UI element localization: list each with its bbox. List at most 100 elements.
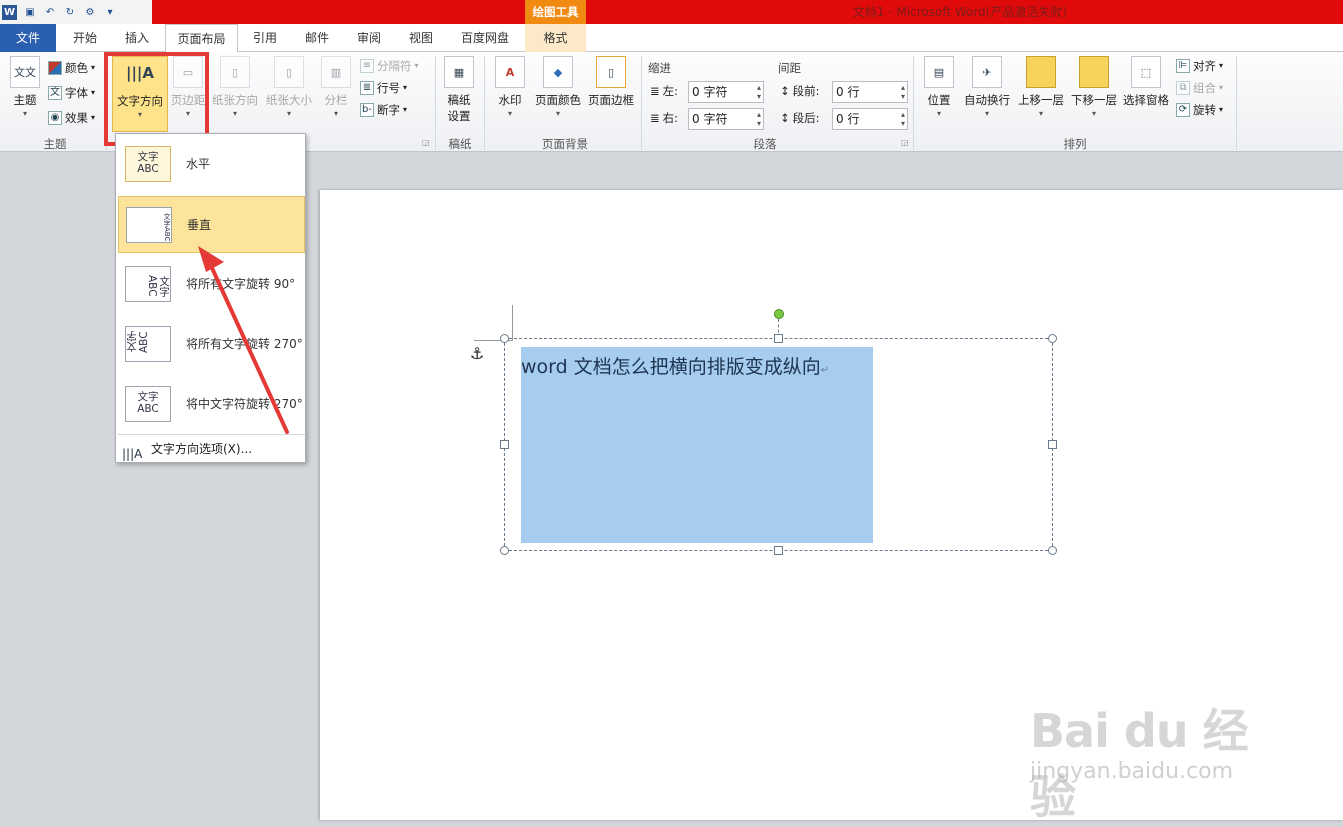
spacing-before-icon: ↕ bbox=[780, 84, 790, 98]
group-label-manuscript: 稿纸 bbox=[448, 137, 472, 151]
paragraph-mark-icon: ↵ bbox=[820, 365, 830, 376]
rotate-icon: ⟳ bbox=[1176, 103, 1190, 117]
rotate-270-preview-icon: 文字 ABC bbox=[125, 326, 171, 362]
size-button[interactable]: ▯ 纸张大小 ▾ bbox=[264, 56, 314, 118]
spinner-arrows-icon[interactable]: ▴ ▾ bbox=[901, 83, 905, 101]
indent-left-label: ≣ 左: bbox=[650, 81, 678, 101]
menu-item-rotate-270[interactable]: 文字 ABC 将所有文字旋转 270° bbox=[118, 316, 305, 373]
chevron-down-icon: ▾ bbox=[984, 109, 989, 118]
menu-item-vertical[interactable]: 文字ABC 垂直 bbox=[118, 196, 305, 253]
effects-icon: ◉ bbox=[48, 111, 62, 125]
resize-handle-left[interactable] bbox=[500, 440, 509, 449]
redo-icon[interactable]: ↻ bbox=[63, 5, 77, 19]
chevron-down-icon: ▾ bbox=[333, 109, 338, 118]
chevron-down-icon: ▾ bbox=[22, 109, 27, 118]
undo-icon[interactable]: ↶ bbox=[43, 5, 57, 19]
theme-effects-button[interactable]: ◉ 效果 ▾ bbox=[48, 108, 95, 128]
spinner-arrows-icon[interactable]: ▴ ▾ bbox=[757, 110, 761, 128]
hyphenation-button[interactable]: b- 断字 ▾ bbox=[360, 100, 407, 120]
chevron-down-icon: ▾ bbox=[232, 109, 237, 118]
customize-icon[interactable]: ▾ bbox=[103, 5, 117, 19]
resize-handle-bottom-right[interactable] bbox=[1048, 546, 1057, 555]
chevron-down-icon: ▾ bbox=[936, 109, 941, 118]
wrap-text-button[interactable]: ✈ 自动换行 ▾ bbox=[962, 56, 1012, 118]
line-numbers-button[interactable]: ≣ 行号 ▾ bbox=[360, 78, 407, 98]
spacing-after-input[interactable]: 0 行 ▴ ▾ bbox=[832, 108, 908, 130]
annotation-highlight-box bbox=[104, 52, 209, 146]
indent-left-input[interactable]: 0 字符 ▴ ▾ bbox=[688, 81, 764, 103]
bring-forward-button[interactable]: 上移一层 ▾ bbox=[1016, 56, 1066, 118]
menu-item-rotate-90[interactable]: 文字 ABC 将所有文字旋转 90° bbox=[118, 256, 305, 313]
dialog-launcher-icon[interactable]: ◲ bbox=[422, 138, 430, 147]
rotate-90-preview-icon: 文字 ABC bbox=[125, 266, 171, 302]
resize-handle-top-right[interactable] bbox=[1048, 334, 1057, 343]
group-separator bbox=[435, 56, 436, 150]
group-icon: ⧉ bbox=[1176, 81, 1190, 95]
page-color-button[interactable]: ◆ 页面颜色 ▾ bbox=[532, 56, 584, 118]
dialog-launcher-icon[interactable]: ◲ bbox=[901, 138, 909, 147]
tab-review[interactable]: 审阅 bbox=[346, 24, 392, 52]
tab-baidu-netdisk[interactable]: 百度网盘 bbox=[450, 24, 520, 52]
indent-right-label: ≣ 右: bbox=[650, 108, 678, 128]
columns-button[interactable]: ▥ 分栏 ▾ bbox=[320, 56, 352, 118]
themes-button[interactable]: 文文 主题 ▾ bbox=[6, 56, 44, 118]
window-title: 文档1 - Microsoft Word(产品激活失败) bbox=[852, 5, 1068, 19]
group-separator bbox=[1236, 56, 1237, 150]
resize-handle-right[interactable] bbox=[1048, 440, 1057, 449]
text-direction-options-icon: |||A bbox=[122, 447, 143, 461]
watermark-icon: A bbox=[495, 56, 525, 88]
chevron-down-icon: ▾ bbox=[507, 109, 512, 118]
resize-handle-top[interactable] bbox=[774, 334, 783, 343]
theme-colors-button[interactable]: 颜色 ▾ bbox=[48, 58, 95, 78]
tab-home[interactable]: 开始 bbox=[62, 24, 108, 52]
group-separator bbox=[913, 56, 914, 150]
spinner-arrows-icon[interactable]: ▴ ▾ bbox=[901, 110, 905, 128]
group-button[interactable]: ⧉ 组合 ▾ bbox=[1176, 78, 1223, 98]
save-icon[interactable]: ▣ bbox=[23, 5, 37, 19]
tab-file[interactable]: 文件 bbox=[0, 24, 56, 52]
resize-handle-bottom[interactable] bbox=[774, 546, 783, 555]
page-borders-button[interactable]: ▯ 页面边框 bbox=[586, 56, 636, 108]
watermark-button[interactable]: A 水印 ▾ bbox=[494, 56, 526, 118]
tab-page-layout[interactable]: 页面布局 bbox=[165, 24, 238, 53]
spacing-before-input[interactable]: 0 行 ▴ ▾ bbox=[832, 81, 908, 103]
align-button[interactable]: ⊫ 对齐 ▾ bbox=[1176, 56, 1223, 76]
orientation-icon: ▯ bbox=[220, 56, 250, 88]
indent-right-icon: ≣ bbox=[650, 111, 660, 125]
selection-pane-button[interactable]: ⬚ 选择窗格 bbox=[1121, 56, 1171, 108]
indent-right-input[interactable]: 0 字符 ▴ ▾ bbox=[688, 108, 764, 130]
theme-fonts-button[interactable]: 文 字体 ▾ bbox=[48, 83, 95, 103]
tab-references[interactable]: 引用 bbox=[242, 24, 288, 52]
spacing-title: 间距 bbox=[778, 61, 801, 75]
breaks-button[interactable]: ≡ 分隔符 ▾ bbox=[360, 56, 419, 76]
resize-handle-top-left[interactable] bbox=[500, 334, 509, 343]
manuscript-settings-button[interactable]: ▦ 稿纸 设置 bbox=[442, 56, 476, 124]
wrap-text-icon: ✈ bbox=[972, 56, 1002, 88]
send-backward-button[interactable]: 下移一层 ▾ bbox=[1069, 56, 1119, 118]
breaks-icon: ≡ bbox=[360, 59, 374, 73]
resize-handle-bottom-left[interactable] bbox=[500, 546, 509, 555]
chevron-down-icon: ▾ bbox=[286, 109, 291, 118]
menu-item-rotate-cjk-270[interactable]: 文字 ABC 将中文字符旋转 270° bbox=[118, 376, 305, 433]
textbox-text[interactable]: word 文档怎么把横向排版变成纵向↵ bbox=[521, 352, 829, 379]
group-label-paragraph: 段落 bbox=[753, 137, 777, 151]
group-label-arrange: 排列 bbox=[1063, 137, 1087, 151]
spacing-before-label: ↕ 段前: bbox=[780, 81, 820, 101]
page-color-icon: ◆ bbox=[543, 56, 573, 88]
repeat-icon[interactable]: ⚙ bbox=[83, 5, 97, 19]
tab-insert[interactable]: 插入 bbox=[114, 24, 160, 52]
rotate-button[interactable]: ⟳ 旋转 ▾ bbox=[1176, 100, 1223, 120]
position-icon: ▤ bbox=[924, 56, 954, 88]
tab-mailings[interactable]: 邮件 bbox=[294, 24, 340, 52]
position-button[interactable]: ▤ 位置 ▾ bbox=[922, 56, 956, 118]
menu-item-text-direction-options[interactable]: |||A 文字方向选项(X)... bbox=[118, 436, 305, 462]
spinner-arrows-icon[interactable]: ▴ ▾ bbox=[757, 83, 761, 101]
group-separator bbox=[484, 56, 485, 150]
orientation-button[interactable]: ▯ 纸张方向 ▾ bbox=[210, 56, 260, 118]
word-logo-icon[interactable]: W bbox=[2, 4, 17, 20]
tab-view[interactable]: 视图 bbox=[398, 24, 444, 52]
tab-format[interactable]: 格式 bbox=[525, 24, 586, 52]
menu-item-horizontal[interactable]: 文字 ABC 水平 bbox=[118, 136, 305, 193]
rotate-handle[interactable] bbox=[774, 309, 784, 319]
themes-label: 主题 bbox=[13, 93, 37, 107]
